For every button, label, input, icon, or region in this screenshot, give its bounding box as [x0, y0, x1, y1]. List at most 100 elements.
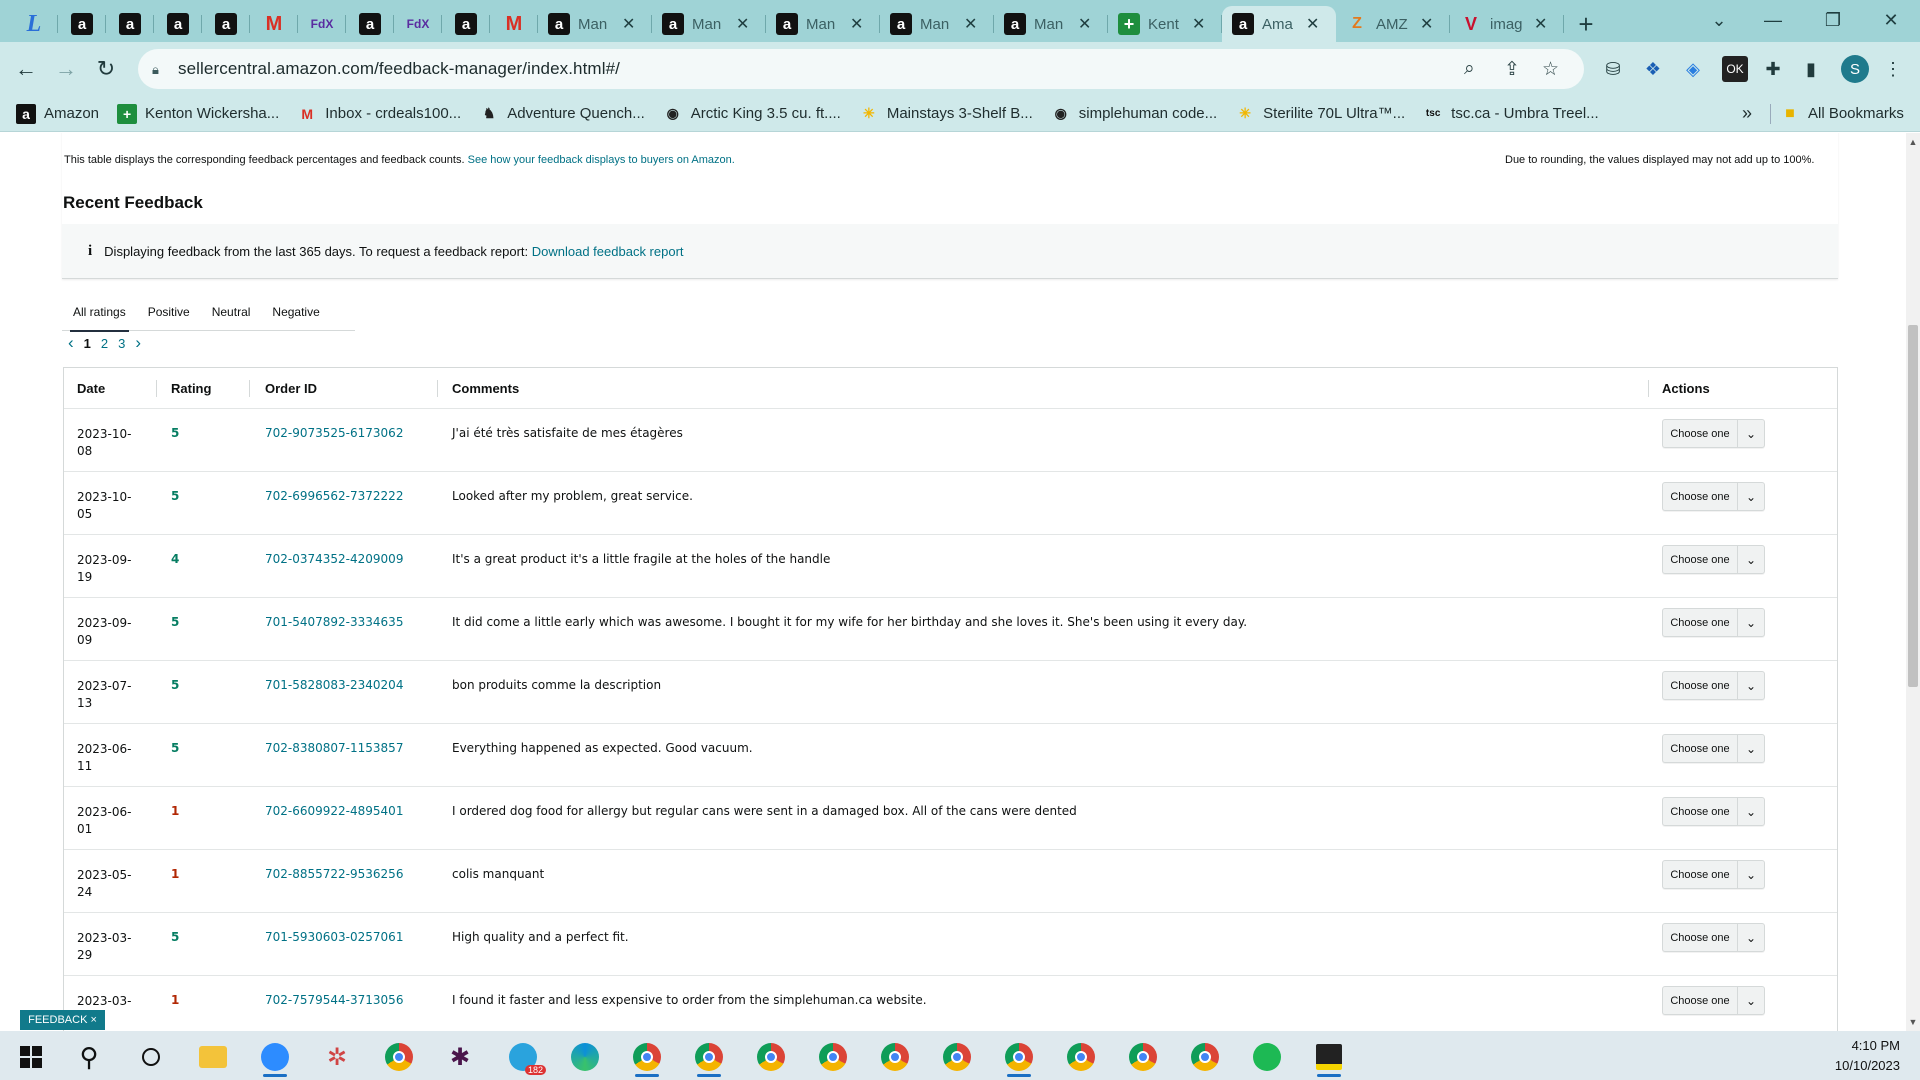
browser-tab[interactable]: a — [202, 6, 250, 42]
zoom-app-icon[interactable] — [252, 1037, 298, 1077]
telegram-icon[interactable]: 182 — [500, 1037, 546, 1077]
chrome-taskbar-icon[interactable] — [624, 1037, 670, 1077]
chevron-down-icon[interactable]: ⌄ — [1738, 609, 1764, 636]
close-tab-icon[interactable]: ✕ — [1420, 14, 1433, 34]
side-panel-icon[interactable]: ▮ — [1798, 56, 1824, 82]
close-tab-icon[interactable]: ✕ — [1534, 14, 1547, 34]
chevron-down-icon[interactable]: ⌄ — [1738, 987, 1764, 1014]
extension-db-icon[interactable]: ⛁ — [1600, 56, 1626, 82]
chrome-taskbar-icon[interactable] — [934, 1037, 980, 1077]
bookmark-item[interactable]: ✳ Sterilite 70L Ultra™... — [1235, 104, 1405, 124]
chrome-taskbar-icon[interactable] — [1182, 1037, 1228, 1077]
page-scrollbar[interactable]: ▲ ▼ — [1906, 133, 1920, 1031]
bookmarks-overflow-chevron-icon[interactable]: » — [1742, 103, 1752, 124]
close-tab-icon[interactable]: ✕ — [850, 14, 863, 34]
choose-one-dropdown[interactable]: Choose one ⌄ — [1662, 419, 1765, 448]
browser-tab[interactable]: a Man ✕ — [766, 6, 880, 42]
row-order-id-link[interactable]: 702-9073525-6173062 — [265, 426, 403, 440]
page-number[interactable]: 1 — [84, 336, 91, 351]
star-bookmark-icon[interactable]: ☆ — [1542, 58, 1559, 81]
browser-tab[interactable]: Z AMZ ✕ — [1336, 6, 1450, 42]
reload-icon[interactable]: ↻ — [86, 49, 126, 89]
col-header-order-id[interactable]: Order ID — [265, 381, 317, 396]
bookmark-item[interactable]: ◉ Arctic King 3.5 cu. ft.... — [663, 104, 841, 124]
scroll-up-arrow-icon[interactable]: ▲ — [1906, 135, 1920, 149]
bookmark-item[interactable]: tsc tsc.ca - Umbra Treel... — [1423, 104, 1599, 124]
row-order-id-link[interactable]: 701-5930603-0257061 — [265, 930, 403, 944]
chevron-down-icon[interactable]: ⌄ — [1738, 672, 1764, 699]
close-tab-icon[interactable]: ✕ — [1192, 14, 1205, 34]
row-order-id-link[interactable]: 702-8855722-9536256 — [265, 867, 403, 881]
filter-tab-all-ratings[interactable]: All ratings — [62, 293, 137, 332]
row-order-id-link[interactable]: 701-5828083-2340204 — [265, 678, 403, 692]
file-explorer-icon[interactable] — [190, 1037, 236, 1077]
search-icon[interactable]: ⚲ — [66, 1037, 112, 1077]
bookmark-item[interactable]: M Inbox - crdeals100... — [297, 104, 461, 124]
browser-tab[interactable]: a Man ✕ — [994, 6, 1108, 42]
page-number[interactable]: 2 — [101, 336, 108, 351]
chevron-down-icon[interactable]: ⌄ — [1738, 798, 1764, 825]
chrome-taskbar-icon[interactable] — [996, 1037, 1042, 1077]
chevron-down-icon[interactable]: ⌄ — [1738, 420, 1764, 447]
browser-tab[interactable]: a — [442, 6, 490, 42]
chevron-down-icon[interactable]: ⌄ — [1738, 861, 1764, 888]
url-text[interactable]: sellercentral.amazon.com/feedback-manage… — [178, 59, 620, 79]
filter-tab-neutral[interactable]: Neutral — [201, 293, 262, 331]
browser-tab[interactable]: a — [106, 6, 154, 42]
tab-search-chevron-icon[interactable]: ⌄ — [1690, 0, 1748, 40]
choose-one-dropdown[interactable]: Choose one ⌄ — [1662, 482, 1765, 511]
choose-one-dropdown[interactable]: Choose one ⌄ — [1662, 734, 1765, 763]
task-view-icon[interactable] — [128, 1037, 174, 1077]
scrollbar-thumb[interactable] — [1908, 325, 1918, 687]
bookmark-item[interactable]: + Kenton Wickersha... — [117, 103, 279, 124]
windows-start-icon[interactable] — [8, 1037, 54, 1077]
browser-tab[interactable]: L — [10, 6, 58, 42]
row-order-id-link[interactable]: 702-6609922-4895401 — [265, 804, 403, 818]
close-window-button[interactable]: ✕ — [1862, 0, 1920, 40]
chevron-down-icon[interactable]: ⌄ — [1738, 546, 1764, 573]
new-tab-plus-icon[interactable]: + — [1564, 6, 1608, 42]
bookmark-item[interactable]: ♞ Adventure Quench... — [479, 104, 645, 124]
choose-one-dropdown[interactable]: Choose one ⌄ — [1662, 671, 1765, 700]
chrome-taskbar-icon[interactable] — [1120, 1037, 1166, 1077]
edge-icon[interactable] — [562, 1037, 608, 1077]
filter-tab-negative[interactable]: Negative — [261, 293, 330, 331]
maximize-button[interactable]: ❐ — [1804, 0, 1862, 40]
close-tab-icon[interactable]: ✕ — [1078, 14, 1091, 34]
browser-tab[interactable]: a Man ✕ — [652, 6, 766, 42]
forward-arrow-icon[interactable]: → — [46, 49, 86, 89]
row-order-id-link[interactable]: 702-7579544-3713056 — [265, 993, 403, 1007]
col-header-date[interactable]: Date — [77, 381, 157, 396]
browser-tab[interactable]: FdX — [298, 6, 346, 42]
minimize-button[interactable]: — — [1744, 0, 1802, 40]
sticky-notes-icon[interactable] — [1306, 1037, 1352, 1077]
slack-icon[interactable]: ✱ — [437, 1037, 483, 1077]
zoom-icon[interactable]: ⌕ — [1464, 58, 1475, 80]
close-tab-icon[interactable]: ✕ — [622, 14, 635, 34]
extension-ok-icon[interactable]: OK — [1722, 56, 1748, 82]
back-arrow-icon[interactable]: ← — [6, 49, 46, 89]
extensions-puzzle-icon[interactable]: ✚ — [1760, 56, 1786, 82]
kebab-menu-icon[interactable]: ⋮ — [1880, 56, 1906, 82]
row-order-id-link[interactable]: 702-0374352-4209009 — [265, 552, 403, 566]
browser-tab[interactable]: + Kent ✕ — [1108, 6, 1222, 42]
choose-one-dropdown[interactable]: Choose one ⌄ — [1662, 608, 1765, 637]
feedback-display-link[interactable]: See how your feedback displays to buyers… — [468, 154, 735, 166]
close-tab-icon[interactable]: ✕ — [736, 14, 749, 34]
browser-tab[interactable]: a Man ✕ — [538, 6, 652, 42]
col-header-rating[interactable]: Rating — [171, 381, 211, 396]
browser-tab[interactable]: FdX — [394, 6, 442, 42]
close-tab-icon[interactable]: ✕ — [1306, 14, 1319, 34]
filter-tab-positive[interactable]: Positive — [137, 293, 201, 331]
profile-avatar[interactable]: S — [1841, 55, 1869, 83]
row-order-id-link[interactable]: 702-8380807-1153857 — [265, 741, 403, 755]
browser-tab[interactable]: a Ama ✕ — [1222, 6, 1336, 42]
chevron-down-icon[interactable]: ⌄ — [1738, 483, 1764, 510]
chevron-down-icon[interactable]: ⌄ — [1738, 924, 1764, 951]
spotify-icon[interactable] — [1244, 1037, 1290, 1077]
address-bar[interactable]: 🔒︎ sellercentral.amazon.com/feedback-man… — [138, 49, 1584, 89]
browser-tab[interactable]: a Man ✕ — [880, 6, 994, 42]
close-tab-icon[interactable]: ✕ — [964, 14, 977, 34]
extension-puzzle-blue-icon[interactable]: ❖ — [1640, 56, 1666, 82]
chrome-taskbar-icon[interactable] — [872, 1037, 918, 1077]
